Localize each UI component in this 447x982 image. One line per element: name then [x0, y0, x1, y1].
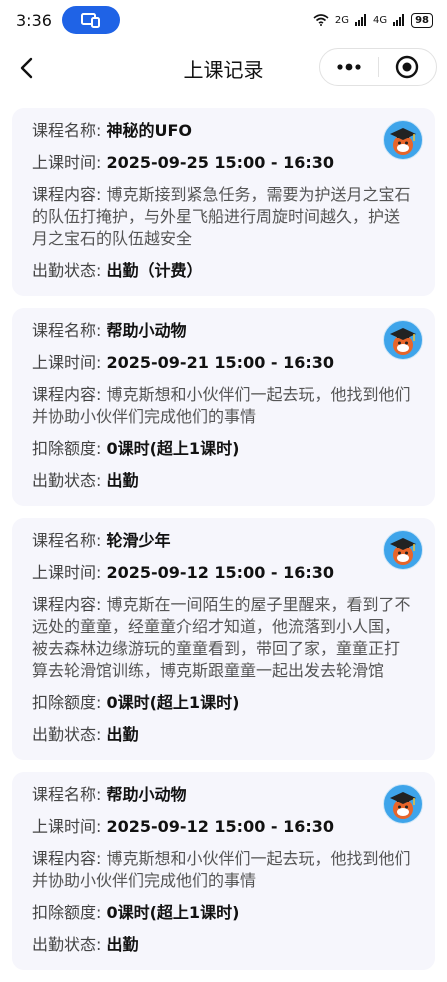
teacher-avatar — [383, 530, 423, 570]
deduction-label: 扣除额度: — [32, 693, 107, 712]
course-name-value: 轮滑少年 — [106, 531, 171, 550]
deduction-label: 扣除额度: — [32, 903, 107, 922]
more-button[interactable] — [320, 49, 378, 85]
more-dots-icon — [337, 63, 361, 71]
course-name-label: 课程名称: — [32, 531, 107, 550]
class-time-value: 2025-09-21 15:00 - 16:30 — [106, 353, 335, 372]
class-time-label: 上课时间: — [32, 353, 107, 372]
course-name-row: 课程名称: 帮助小动物 — [32, 784, 415, 806]
status-icons: 2G 4G 98 — [313, 12, 433, 28]
attendance-value: 出勤 — [106, 725, 139, 744]
class-time-label: 上课时间: — [32, 563, 107, 582]
course-content-label: 课程内容: — [32, 185, 107, 204]
deduction-row: 扣除额度: 0课时(超上1课时) — [32, 692, 415, 714]
course-content-row: 课程内容: 博克斯接到紧急任务，需要为护送月之宝石的队伍打掩护，与外星飞船进行周… — [32, 184, 415, 250]
signal-bars-icon — [393, 14, 405, 26]
status-time: 3:36 — [16, 10, 52, 30]
class-time-label: 上课时间: — [32, 153, 107, 172]
attendance-value: 出勤 — [106, 471, 139, 490]
close-button[interactable] — [379, 49, 437, 85]
deduction-value: 0课时(超上1课时) — [106, 903, 240, 922]
class-time-row: 上课时间: 2025-09-25 15:00 - 16:30 — [32, 152, 415, 174]
course-content-label: 课程内容: — [32, 595, 107, 614]
class-time-label: 上课时间: — [32, 817, 107, 836]
status-bar: 3:36 2G 4G 98 — [0, 0, 447, 40]
attendance-label: 出勤状态: — [32, 261, 107, 280]
battery-indicator: 98 — [411, 12, 433, 28]
course-content-row: 课程内容: 博克斯想和小伙伴们一起去玩，他找到他们并协助小伙伴们完成他们的事情 — [32, 848, 415, 892]
graduate-fox-avatar-icon — [390, 792, 416, 819]
deduction-value: 0课时(超上1课时) — [106, 693, 240, 712]
record-card[interactable]: 课程名称: 帮助小动物 上课时间: 2025-09-21 15:00 - 16:… — [12, 308, 435, 506]
deduction-value: 0课时(超上1课时) — [106, 439, 240, 458]
signal-2g-label: 2G — [334, 14, 349, 26]
target-close-icon — [396, 55, 419, 79]
record-card[interactable]: 课程名称: 帮助小动物 上课时间: 2025-09-12 15:00 - 16:… — [12, 772, 435, 970]
record-list: 课程名称: 神秘的UFO 上课时间: 2025-09-25 15:00 - 16… — [12, 108, 435, 982]
class-time-row: 上课时间: 2025-09-21 15:00 - 16:30 — [32, 352, 415, 374]
course-content-label: 课程内容: — [32, 849, 107, 868]
attendance-value: 出勤（计费） — [106, 261, 203, 280]
course-name-value: 帮助小动物 — [106, 321, 187, 340]
attendance-value: 出勤 — [106, 935, 139, 954]
graduate-fox-avatar-icon — [390, 328, 416, 355]
screen-cast-pill[interactable] — [61, 6, 120, 34]
deduction-row: 扣除额度: 0课时(超上1课时) — [32, 438, 415, 460]
cast-icon — [80, 13, 100, 28]
attendance-row: 出勤状态: 出勤 — [32, 934, 415, 956]
course-name-value: 帮助小动物 — [106, 785, 187, 804]
attendance-row: 出勤状态: 出勤 — [32, 470, 415, 492]
attendance-label: 出勤状态: — [32, 725, 107, 744]
deduction-label: 扣除额度: — [32, 439, 107, 458]
mini-program-capsule — [319, 48, 437, 86]
class-time-value: 2025-09-12 15:00 - 16:30 — [106, 563, 335, 582]
signal-4g-label: 4G — [372, 14, 388, 26]
class-time-value: 2025-09-25 15:00 - 16:30 — [106, 153, 335, 172]
class-time-row: 上课时间: 2025-09-12 15:00 - 16:30 — [32, 816, 415, 838]
attendance-row: 出勤状态: 出勤（计费） — [32, 260, 415, 282]
course-name-row: 课程名称: 神秘的UFO — [32, 120, 415, 142]
course-name-row: 课程名称: 帮助小动物 — [32, 320, 415, 342]
wifi-icon — [313, 14, 329, 26]
course-name-label: 课程名称: — [32, 121, 107, 140]
record-card[interactable]: 课程名称: 轮滑少年 上课时间: 2025-09-12 15:00 - 16:3… — [12, 518, 435, 760]
course-content-row: 课程内容: 博克斯在一间陌生的屋子里醒来，看到了不远处的童童，经童童介绍才知道，… — [32, 594, 415, 682]
course-name-label: 课程名称: — [32, 321, 107, 340]
graduate-fox-avatar-icon — [390, 128, 416, 155]
teacher-avatar — [383, 784, 423, 824]
attendance-row: 出勤状态: 出勤 — [32, 724, 415, 746]
class-time-value: 2025-09-12 15:00 - 16:30 — [106, 817, 335, 836]
teacher-avatar — [383, 320, 423, 360]
graduate-fox-avatar-icon — [390, 538, 416, 565]
class-time-row: 上课时间: 2025-09-12 15:00 - 16:30 — [32, 562, 415, 584]
record-card[interactable]: 课程名称: 神秘的UFO 上课时间: 2025-09-25 15:00 - 16… — [12, 108, 435, 296]
attendance-label: 出勤状态: — [32, 935, 107, 954]
course-name-row: 课程名称: 轮滑少年 — [32, 530, 415, 552]
course-content-row: 课程内容: 博克斯想和小伙伴们一起去玩，他找到他们并协助小伙伴们完成他们的事情 — [32, 384, 415, 428]
attendance-label: 出勤状态: — [32, 471, 107, 490]
deduction-row: 扣除额度: 0课时(超上1课时) — [32, 902, 415, 924]
course-name-value: 神秘的UFO — [106, 121, 193, 140]
nav-bar: 上课记录 — [0, 40, 447, 96]
course-content-label: 课程内容: — [32, 385, 107, 404]
teacher-avatar — [383, 120, 423, 160]
course-name-label: 课程名称: — [32, 785, 107, 804]
signal-bars-icon — [354, 14, 366, 26]
